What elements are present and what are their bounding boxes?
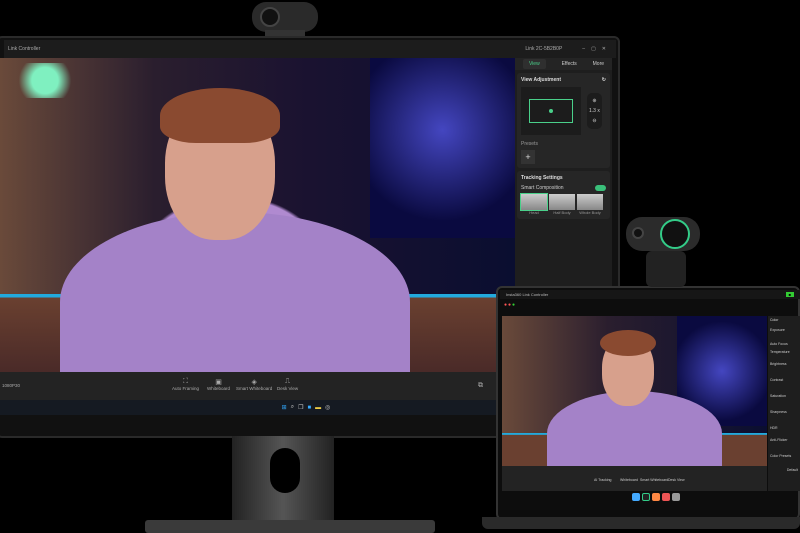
color-presets-label: Color Presets	[770, 454, 792, 458]
monitor-base	[145, 520, 435, 533]
webcam-top	[252, 2, 318, 32]
search-icon[interactable]: ⌕	[291, 404, 294, 411]
slider-temperature[interactable]: Temperature	[770, 350, 798, 354]
camera-preview	[0, 58, 515, 372]
start-icon[interactable]: ⊞	[282, 404, 287, 411]
slider-exposure[interactable]: Exposure	[770, 328, 798, 332]
zoom-level: 1.3 x	[589, 108, 600, 114]
smart-composition-toggle[interactable]	[595, 185, 606, 191]
slider-saturation[interactable]: Saturation	[770, 394, 798, 398]
laptop-side-panel: Color Exposure Auto Focus Temperature Br…	[768, 316, 800, 491]
laptop-app-name: Insta360 Link Controller	[506, 292, 549, 297]
webcam-gimbal	[646, 251, 686, 287]
select-anti-flicker[interactable]: Anti-Flicker	[770, 438, 798, 442]
title-bar: Link Controller Link 2C-5B2B0P –▢✕	[4, 40, 616, 58]
neon-light	[5, 63, 85, 98]
mode-half-body[interactable]: Half Body	[549, 194, 575, 215]
slider-sharpness[interactable]: Sharpness	[770, 410, 798, 414]
view-adjustment: View Adjustment ↻ ⊕ 1.3 x ⊖ Presets +	[517, 73, 610, 168]
resolution-select[interactable]: 1080P30	[2, 383, 20, 388]
section-title: Color	[770, 318, 779, 322]
presets-label: Presets	[521, 141, 538, 147]
pip-icon[interactable]: ⧉	[478, 382, 483, 390]
task-view-icon[interactable]: ❐	[298, 404, 303, 411]
auto-framing-button[interactable]: ⛶ Auto Framing	[172, 378, 199, 391]
tab-effects[interactable]: Effects	[562, 61, 577, 67]
store-icon[interactable]: ■	[307, 405, 311, 411]
stand-hole	[270, 448, 300, 493]
smart-whiteboard-button[interactable]: ◈ Smart Whiteboard	[236, 378, 272, 391]
desk-view-icon: ⎍	[285, 378, 291, 385]
slider-contrast[interactable]: Contrast	[770, 378, 798, 382]
desk-view-button[interactable]: ⎍ Desk View	[277, 378, 298, 391]
tab-view[interactable]: View	[522, 59, 546, 69]
laptop-base	[482, 517, 800, 529]
traffic-lights[interactable]: ●●●	[504, 302, 516, 308]
smart-composition-label: Smart Composition	[521, 185, 564, 191]
smart-whiteboard-icon: ◈	[251, 379, 257, 386]
laptop-camera-preview	[502, 316, 767, 466]
link-app-icon[interactable]	[642, 493, 650, 501]
smart-whiteboard-button[interactable]: Smart Whiteboard	[640, 478, 668, 482]
trash-icon[interactable]	[672, 493, 680, 501]
section-title: View Adjustment	[521, 77, 562, 83]
dock	[632, 491, 690, 503]
slider-brightness[interactable]: Brightness	[770, 362, 798, 366]
person-hair	[160, 88, 280, 143]
tracking-settings: Tracking Settings Smart Composition Head…	[517, 171, 610, 219]
toggle-hdr[interactable]: HDR	[770, 426, 798, 430]
reset-icon[interactable]: ↻	[602, 77, 606, 83]
window-title: Link Controller	[8, 46, 41, 52]
mode-whole-body[interactable]: Whole Body	[577, 194, 603, 215]
preset-default[interactable]: Default	[770, 468, 798, 472]
framing-icon: ⛶	[183, 378, 188, 385]
laptop-menubar: Insta360 Link Controller ■	[500, 290, 800, 299]
whiteboard-icon: ▣	[215, 379, 222, 386]
add-preset-button[interactable]: +	[521, 150, 535, 164]
laptop-toolbar: AI Tracking Whiteboard Smart Whiteboard …	[502, 466, 767, 491]
background-shelf	[370, 58, 515, 238]
webcam-side	[626, 217, 700, 251]
app-icon[interactable]: ◎	[325, 404, 330, 411]
ai-tracking-button[interactable]: AI Tracking	[594, 478, 612, 482]
finder-icon[interactable]	[632, 493, 640, 501]
whiteboard-button[interactable]: ▣ Whiteboard	[207, 378, 230, 391]
zoom-in-icon[interactable]: ⊕	[589, 96, 600, 106]
tab-more[interactable]: More	[593, 61, 604, 67]
view-center-dot[interactable]	[549, 109, 553, 113]
camera-status-icon: ■	[785, 292, 794, 297]
calendar-icon[interactable]	[662, 493, 670, 501]
mail-icon[interactable]	[652, 493, 660, 501]
window-controls[interactable]: –▢✕	[582, 46, 612, 52]
section-title: Tracking Settings	[521, 175, 563, 181]
view-pad[interactable]	[521, 87, 581, 135]
zoom-out-icon[interactable]: ⊖	[589, 116, 600, 126]
desk-view-button[interactable]: Desk View	[668, 478, 684, 482]
mode-head[interactable]: Head	[520, 193, 548, 215]
whiteboard-button[interactable]: Whiteboard	[620, 478, 638, 482]
folder-icon[interactable]: ▬	[315, 405, 321, 411]
device-name: Link 2C-5B2B0P	[525, 46, 563, 52]
toggle-auto-focus[interactable]: Auto Focus	[770, 342, 798, 346]
